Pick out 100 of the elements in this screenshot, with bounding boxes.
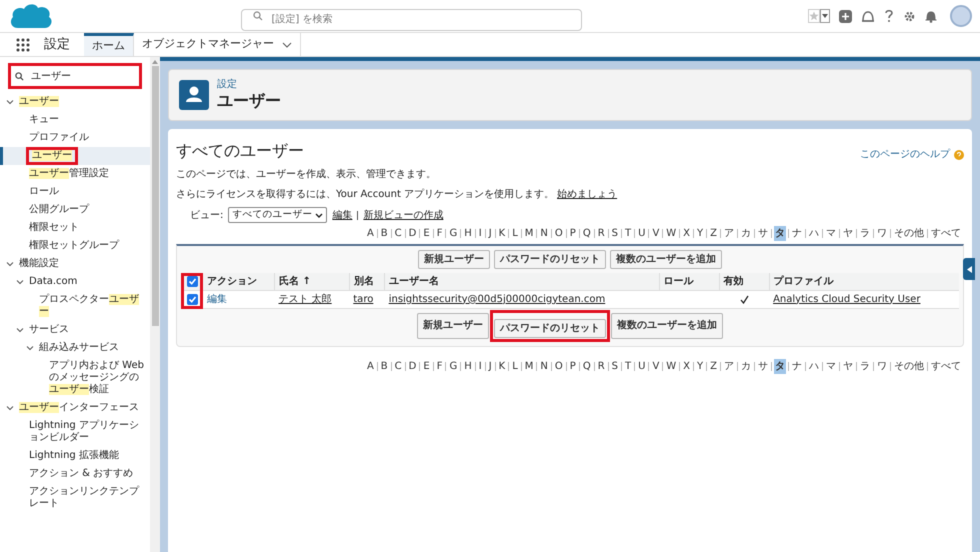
view-select[interactable]: すべてのユーザー (228, 207, 328, 224)
scrollbar[interactable] (150, 57, 160, 552)
letter-filter-link[interactable]: Z (709, 226, 718, 242)
sidebar-item[interactable]: 権限セットグループ (0, 237, 150, 255)
list-button[interactable]: 新規ユーザー (417, 312, 489, 339)
letter-filter-link[interactable]: ワ (876, 358, 888, 374)
list-button[interactable]: パスワードのリセット (494, 250, 606, 270)
letter-filter-link[interactable]: X (682, 358, 692, 374)
letter-filter-link[interactable]: A (366, 358, 375, 374)
letter-filter-link[interactable]: ヤ (842, 226, 854, 242)
letter-filter-link[interactable]: B (380, 358, 389, 374)
checkbox[interactable] (186, 294, 198, 305)
letter-filter-link[interactable]: G (448, 226, 458, 242)
letter-filter-link[interactable]: O (554, 226, 564, 242)
letter-filter-link[interactable]: U (637, 226, 646, 242)
letter-filter-link[interactable]: Q (582, 358, 592, 374)
sidebar-item[interactable]: Lightning アプリケーションビルダー (0, 417, 150, 447)
letter-filter-link[interactable]: サ (757, 226, 769, 242)
help-icon[interactable] (884, 9, 894, 23)
letter-filter-link[interactable]: E (422, 358, 431, 374)
breadcrumb-link[interactable]: 設定 (217, 79, 281, 91)
settings-icon[interactable] (903, 10, 916, 22)
sidebar-item[interactable]: 公開グループ (0, 201, 150, 219)
letter-filter-link[interactable]: P (568, 226, 577, 242)
letter-filter-link[interactable]: H (463, 358, 473, 374)
column-header[interactable]: 有効 (719, 273, 770, 290)
chevron-down-icon[interactable] (26, 344, 34, 352)
letter-filter-link[interactable]: X (682, 226, 692, 242)
sidebar-item[interactable]: アクションリンクテンプレート (0, 483, 150, 513)
letter-filter-link[interactable]: R (596, 358, 606, 374)
letter-filter-link[interactable]: カ (740, 226, 752, 242)
edit-link[interactable]: 編集 (207, 294, 227, 305)
list-button[interactable]: 複数のユーザーを追加 (610, 250, 722, 270)
letter-filter-link[interactable]: S (610, 358, 619, 374)
letter-filter-link[interactable]: すべて (930, 226, 962, 242)
letter-filter-link[interactable]: T (624, 226, 632, 242)
app-launcher-icon[interactable] (16, 38, 30, 52)
letter-filter-link[interactable]: R (596, 226, 606, 242)
letter-filter-link[interactable]: ラ (859, 226, 871, 242)
sidebar-item[interactable]: アプリ内および Web のメッセージングの ユーザー検証 (0, 357, 150, 399)
sidebar-search-field[interactable]: ユーザー (8, 63, 142, 89)
profile-link[interactable]: Analytics Cloud Security User (773, 294, 920, 305)
letter-filter-link[interactable]: H (463, 226, 473, 242)
bell-icon[interactable] (925, 10, 937, 22)
list-button[interactable]: 新規ユーザー (418, 250, 490, 270)
chevron-down-icon[interactable] (16, 278, 24, 286)
letter-filter-link[interactable]: L (511, 226, 519, 242)
letter-filter-link[interactable]: F (436, 226, 444, 242)
letter-filter-link[interactable]: サ (757, 358, 769, 374)
sidebar-item[interactable]: ユーザー (0, 147, 150, 165)
sidebar-item[interactable]: 権限セット (0, 219, 150, 237)
letter-filter-link[interactable]: V (651, 358, 660, 374)
new-view-link[interactable]: 新規ビューの作成 (363, 208, 444, 223)
letter-filter-link[interactable]: U (637, 358, 646, 374)
letter-filter-link[interactable]: ナ (791, 226, 803, 242)
letter-filter-link[interactable]: ヤ (842, 358, 854, 374)
letter-filter-link[interactable]: A (366, 226, 375, 242)
letter-filter-link[interactable]: T (624, 358, 632, 374)
letter-filter-link[interactable]: その他 (893, 358, 925, 374)
letter-filter-link[interactable]: ナ (791, 358, 803, 374)
letter-filter-link[interactable]: K (498, 358, 506, 374)
letter-filter-link[interactable]: Y (696, 358, 704, 374)
letter-filter-link[interactable]: B (380, 226, 389, 242)
letter-filter-link[interactable]: O (554, 358, 564, 374)
letter-filter-link[interactable]: Y (696, 226, 704, 242)
letter-filter-link[interactable]: M (524, 358, 534, 374)
chevron-down-icon[interactable] (282, 42, 292, 48)
letter-filter-link[interactable]: J (488, 358, 493, 374)
letter-filter-link[interactable]: その他 (893, 226, 925, 242)
sidebar-item[interactable]: プロファイル (0, 129, 150, 147)
letter-filter-link[interactable]: マ (825, 226, 837, 242)
letter-filter-link[interactable]: L (511, 358, 519, 374)
nav-tab[interactable]: オブジェクトマネージャー (134, 33, 301, 56)
user-name-link[interactable]: テスト 太郎 (278, 294, 332, 305)
sidebar-item[interactable]: ユーザー管理設定 (0, 165, 150, 183)
caret-icon[interactable] (820, 9, 830, 23)
plus-icon[interactable] (839, 10, 852, 22)
letter-filter-link[interactable]: N (539, 226, 549, 242)
alias-link[interactable]: taro (353, 294, 374, 305)
letter-filter-link[interactable]: I (478, 226, 483, 242)
letter-filter-link[interactable]: J (488, 226, 493, 242)
chevron-down-icon[interactable] (6, 260, 14, 268)
help-link[interactable]: このページのヘルプ (860, 147, 950, 162)
letter-filter-link[interactable]: M (524, 226, 534, 242)
favorite-star-icon[interactable] (808, 9, 820, 23)
list-button[interactable]: 複数のユーザーを追加 (611, 312, 723, 339)
column-header[interactable]: 氏名 ↑ (274, 273, 350, 290)
chevron-down-icon[interactable] (6, 404, 14, 412)
chevron-down-icon[interactable] (6, 98, 14, 106)
letter-filter-link[interactable]: C (394, 358, 403, 374)
scrollbar-thumb[interactable] (152, 66, 158, 326)
nav-tab[interactable]: ホーム (84, 33, 134, 56)
list-button[interactable]: パスワードのリセット (494, 318, 606, 338)
letter-filter-link[interactable]: マ (825, 358, 837, 374)
letter-filter-link[interactable]: ハ (808, 358, 820, 374)
column-header[interactable]: ユーザー名 (384, 273, 660, 290)
sidebar-item[interactable]: Lightning 拡張機能 (0, 447, 150, 465)
letter-filter-link[interactable]: タ (774, 358, 786, 374)
sidebar-item[interactable]: プロスペクターユーザー (0, 291, 150, 321)
letter-filter-link[interactable]: N (539, 358, 549, 374)
